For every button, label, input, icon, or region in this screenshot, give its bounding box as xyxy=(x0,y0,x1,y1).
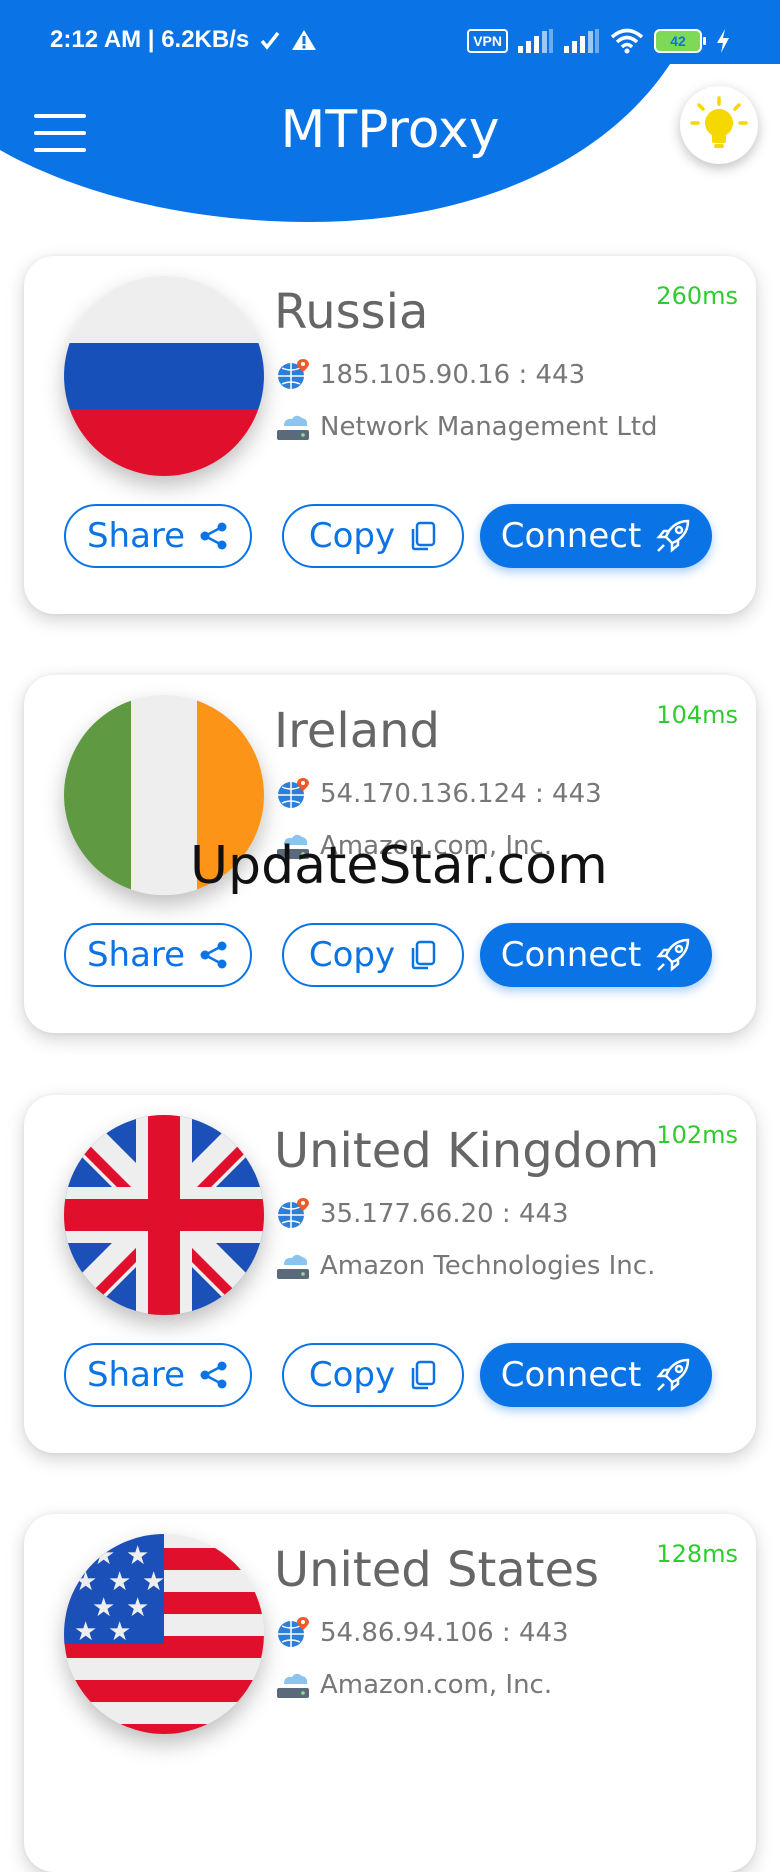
org-row: Amazon.com, Inc. xyxy=(276,1668,552,1702)
cloud-server-icon xyxy=(277,415,309,440)
proxy-address: 35.177.66.20 : 443 xyxy=(320,1199,569,1229)
proxy-organization: Network Management Ltd xyxy=(320,412,658,442)
vpn-badge: VPN xyxy=(467,29,508,53)
share-label: Share xyxy=(86,516,186,556)
connect-button[interactable]: Connect xyxy=(480,1343,712,1407)
globe-pin-icon xyxy=(278,1198,309,1228)
app-title: MTProxy xyxy=(280,100,500,160)
uk-flag-icon xyxy=(64,1115,264,1315)
copy-icon xyxy=(411,1360,436,1390)
cloud-server-icon xyxy=(277,1254,309,1279)
org-row: Network Management Ltd xyxy=(276,410,658,444)
status-left: 2:12 AM | 6.2KB/s xyxy=(50,26,317,54)
globe-pin-icon xyxy=(278,359,309,389)
theme-toggle-button[interactable] xyxy=(680,86,758,164)
country-name: United States xyxy=(274,1542,600,1598)
lightbulb-icon xyxy=(690,96,748,148)
connect-label: Connect xyxy=(500,935,642,975)
share-icon xyxy=(200,941,227,969)
proxy-card: United Kingdom 102ms 35.177.66.20 : 443 … xyxy=(24,1095,756,1453)
globe-pin-icon xyxy=(278,1617,309,1647)
proxy-organization: Amazon Technologies Inc. xyxy=(320,1251,656,1281)
ping-latency: 128ms xyxy=(656,1540,738,1568)
proxy-organization: Amazon.com, Inc. xyxy=(320,1670,553,1700)
signal-icon xyxy=(518,29,553,53)
share-icon xyxy=(200,1361,227,1389)
address-row: 54.170.136.124 : 443 xyxy=(276,777,602,811)
signal-icon-2 xyxy=(564,29,599,53)
connect-button[interactable]: Connect xyxy=(480,923,712,987)
address-row: 35.177.66.20 : 443 xyxy=(276,1197,569,1231)
connect-button[interactable]: Connect xyxy=(480,504,712,568)
copy-label: Copy xyxy=(308,1355,396,1395)
rocket-icon xyxy=(656,1358,690,1392)
proxy-address: 185.105.90.16 : 443 xyxy=(320,360,586,390)
org-row: Amazon Technologies Inc. xyxy=(276,1249,655,1283)
svg-text:★: ★ xyxy=(74,1617,97,1647)
status-bar: 2:12 AM | 6.2KB/s VPN 42 xyxy=(0,0,780,86)
proxy-address: 54.86.94.106 : 443 xyxy=(320,1618,569,1648)
battery-indicator: 42 xyxy=(654,29,706,53)
rocket-icon xyxy=(656,938,690,972)
ping-latency: 102ms xyxy=(656,1121,738,1149)
warning-icon xyxy=(292,30,317,50)
cloud-server-icon xyxy=(277,1673,309,1698)
proxy-card: ★ ★ ★ ★ ★ ★ ★ ★ ★ United States 128ms 54.86.9… xyxy=(24,1514,756,1872)
usa-flag-icon: ★ ★ ★ ★ ★ ★ ★ ★ ★ xyxy=(64,1534,264,1734)
svg-text:★: ★ xyxy=(108,1617,131,1647)
connect-label: Connect xyxy=(500,516,642,556)
copy-icon xyxy=(411,940,436,970)
connect-label: Connect xyxy=(500,1355,642,1395)
russia-flag-icon xyxy=(64,276,264,476)
globe-pin-icon xyxy=(278,778,309,808)
status-right: VPN 42 xyxy=(467,28,730,54)
status-time-speed: 2:12 AM | 6.2KB/s xyxy=(50,26,250,53)
copy-label: Copy xyxy=(308,935,396,975)
share-icon xyxy=(200,522,227,550)
copy-label: Copy xyxy=(308,516,396,556)
ping-latency: 260ms xyxy=(656,282,738,310)
share-button[interactable]: Share xyxy=(64,504,252,568)
country-name: Russia xyxy=(274,284,429,340)
country-name: United Kingdom xyxy=(274,1123,660,1179)
copy-button[interactable]: Copy xyxy=(282,923,464,987)
proxy-card: Russia 260ms 185.105.90.16 : 443 Network… xyxy=(24,256,756,614)
share-button[interactable]: Share xyxy=(64,1343,252,1407)
watermark: UpdateStar.com xyxy=(190,836,608,896)
ping-latency: 104ms xyxy=(656,701,738,729)
wifi-icon xyxy=(610,28,644,54)
share-label: Share xyxy=(86,1355,186,1395)
rocket-icon xyxy=(656,519,690,553)
copy-button[interactable]: Copy xyxy=(282,1343,464,1407)
charging-icon xyxy=(717,29,729,53)
country-name: Ireland xyxy=(274,703,441,759)
address-row: 185.105.90.16 : 443 xyxy=(276,358,585,392)
battery-level: 42 xyxy=(654,29,702,53)
copy-icon xyxy=(411,521,436,551)
address-row: 54.86.94.106 : 443 xyxy=(276,1616,569,1650)
share-button[interactable]: Share xyxy=(64,923,252,987)
proxy-address: 54.170.136.124 : 443 xyxy=(320,779,602,809)
copy-button[interactable]: Copy xyxy=(282,504,464,568)
share-label: Share xyxy=(86,935,186,975)
check-icon xyxy=(260,31,280,50)
